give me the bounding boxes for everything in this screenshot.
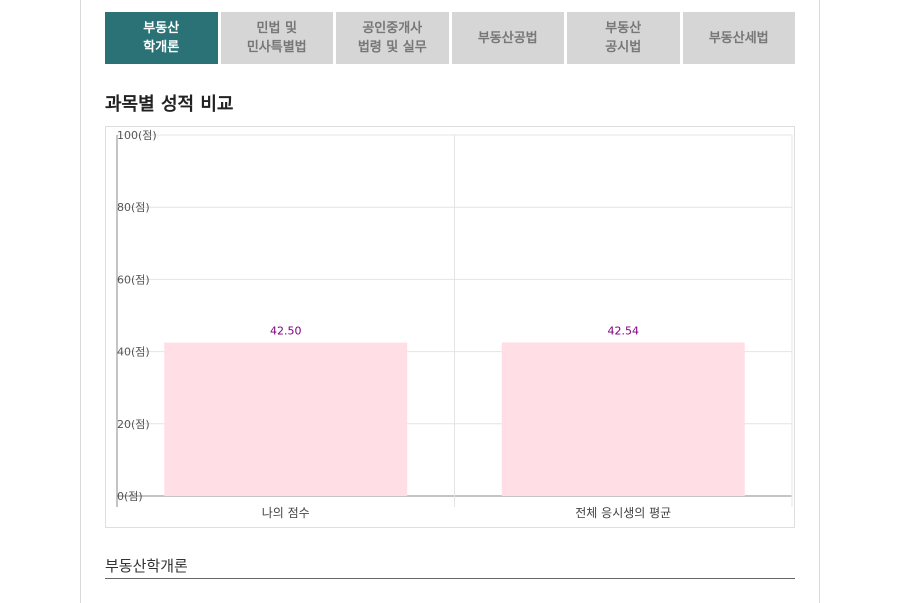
subject-heading: 부동산학개론 xyxy=(105,555,795,579)
tab-civil-law[interactable]: 민법 및 민사특별법 xyxy=(220,12,333,64)
tab-tax-law[interactable]: 부동산세법 xyxy=(682,12,795,64)
bar xyxy=(501,342,745,496)
bar-value-label: 42.50 xyxy=(270,325,302,338)
tab-public-law[interactable]: 부동산공법 xyxy=(451,12,564,64)
y-tick-label: 80(점) xyxy=(117,201,150,214)
tab-broker-law[interactable]: 공인중개사 법령 및 실무 xyxy=(336,12,449,64)
section-title: 과목별 성적 비교 xyxy=(105,94,234,115)
subject-tabs: 부동산 학개론 민법 및 민사특별법 공인중개사 법령 및 실무 부동산공법 부… xyxy=(105,12,795,64)
y-tick-label: 20(점) xyxy=(117,418,150,431)
y-tick-label: 40(점) xyxy=(117,346,150,359)
tab-real-estate-intro[interactable]: 부동산 학개론 xyxy=(105,12,218,64)
y-tick-label: 60(점) xyxy=(117,273,150,286)
tab-registration-law[interactable]: 부동산 공시법 xyxy=(567,12,680,64)
score-chart: 0(점) 20(점) 40(점) 60(점) 80(점) 100(점) 42.50 나의 점수… xyxy=(105,126,795,528)
x-category-label: 전체 응시생의 평균 xyxy=(575,506,671,520)
bar xyxy=(164,342,408,496)
x-category-label: 나의 점수 xyxy=(262,506,310,520)
y-tick-label: 0(점) xyxy=(117,490,143,503)
bar-value-label: 42.54 xyxy=(608,324,640,337)
score-chart-svg: 0(점) 20(점) 40(점) 60(점) 80(점) 100(점) 42.50 나의 점수… xyxy=(116,129,793,520)
y-tick-label: 100(점) xyxy=(117,129,157,142)
